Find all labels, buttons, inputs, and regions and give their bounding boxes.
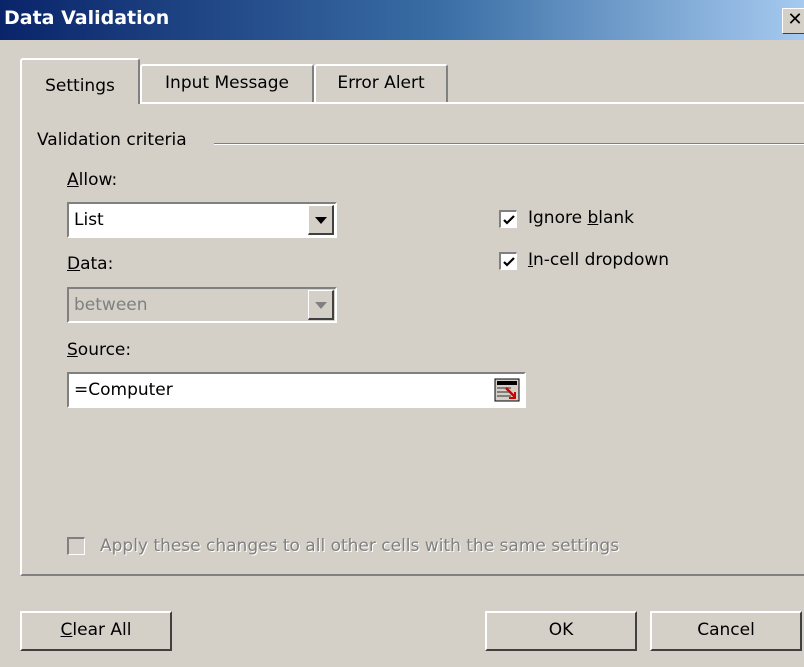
chevron-down-icon — [315, 302, 327, 309]
apply-all-label: Apply these changes to all other cells w… — [100, 536, 620, 556]
cancel-label: Cancel — [697, 620, 755, 640]
title-bar: Data Validation ✕ — [0, 0, 804, 40]
check-icon — [503, 257, 515, 267]
range-select-icon[interactable] — [494, 378, 520, 402]
group-divider — [214, 143, 804, 145]
in-cell-dropdown-checkbox[interactable] — [499, 252, 517, 270]
tab-settings[interactable]: Settings — [20, 58, 140, 104]
tab-label: Input Message — [165, 73, 289, 93]
ignore-blank-label: Ignore blank — [528, 208, 635, 228]
ok-label: OK — [548, 620, 574, 640]
chevron-down-icon — [315, 217, 327, 224]
cancel-button[interactable]: Cancel — [650, 611, 802, 651]
tab-input-message[interactable]: Input Message — [140, 64, 314, 102]
tab-label: Error Alert — [337, 73, 425, 93]
allow-select[interactable]: List — [67, 202, 337, 238]
source-value: =Computer — [74, 380, 173, 400]
allow-label: Allow: — [67, 170, 118, 190]
tab-error-alert[interactable]: Error Alert — [314, 64, 448, 102]
ignore-blank-checkbox[interactable] — [499, 210, 517, 228]
apply-all-checkbox[interactable] — [67, 537, 85, 555]
allow-dropdown-button[interactable] — [308, 205, 334, 235]
data-dropdown-button[interactable] — [308, 290, 334, 320]
clear-all-button[interactable]: Clear All — [20, 611, 172, 651]
source-input[interactable]: =Computer — [67, 372, 526, 408]
ok-button[interactable]: OK — [485, 611, 637, 651]
in-cell-dropdown-label: In-cell dropdown — [528, 250, 670, 270]
settings-panel — [20, 102, 804, 576]
close-button[interactable]: ✕ — [782, 8, 804, 34]
tab-label: Settings — [45, 76, 115, 96]
allow-value: List — [74, 210, 104, 230]
window-title: Data Validation — [4, 7, 170, 29]
source-label: Source: — [67, 340, 132, 360]
validation-criteria-label: Validation criteria — [37, 130, 187, 150]
data-label: Data: — [67, 254, 114, 274]
check-icon — [503, 215, 515, 225]
data-select[interactable]: between — [67, 287, 337, 323]
close-icon: ✕ — [787, 9, 803, 30]
data-value: between — [74, 295, 148, 315]
